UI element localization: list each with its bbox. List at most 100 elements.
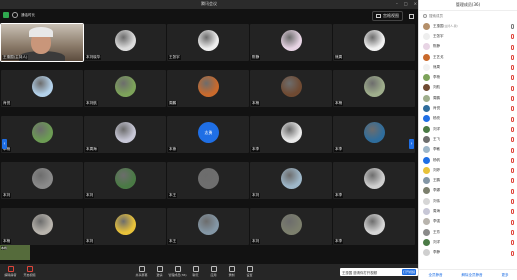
gallery-view-button[interactable]: 宫格视图 (372, 11, 403, 21)
participant-row[interactable]: 刘伟 (419, 196, 517, 206)
participant-tile[interactable]: 王惠国(主持人) (0, 23, 84, 62)
participant-row[interactable]: 刘洋 (419, 124, 517, 134)
microphone-icon[interactable] (511, 137, 514, 143)
more-button[interactable]: 更多 (502, 273, 509, 278)
participant-row[interactable]: 杨亮 (419, 114, 517, 124)
participant-tile[interactable]: 本杨 (250, 70, 332, 107)
participant-row[interactable]: 李杨 (419, 72, 517, 82)
participant-row[interactable]: 刘洋 (419, 237, 517, 247)
microphone-icon[interactable] (511, 157, 514, 163)
microphone-icon[interactable] (511, 219, 514, 225)
participant-tile[interactable]: 本李 (333, 162, 415, 199)
microphone-icon[interactable] (511, 65, 514, 71)
participant-tile[interactable]: 本刘 (250, 162, 332, 199)
microphone-icon[interactable] (511, 96, 514, 102)
apps-button[interactable]: 应用 (207, 266, 220, 277)
participant-tile[interactable]: 本杨 (333, 70, 415, 107)
microphone-icon[interactable] (511, 44, 514, 50)
microphone-icon[interactable] (511, 209, 514, 215)
participant-tile[interactable]: 本刘 (1, 162, 83, 199)
share-screen-button[interactable]: 共享屏幕 (135, 266, 148, 277)
participant-row[interactable]: 周鹏 (419, 93, 517, 103)
participant-tile[interactable]: 本刘 (84, 208, 166, 245)
video-button[interactable]: 开启视频 (23, 266, 36, 277)
mute-all-button[interactable]: 全员静音 (429, 273, 443, 278)
settings-button[interactable]: 设置 (243, 266, 256, 277)
participant-name: 本王 (168, 193, 178, 198)
microphone-icon[interactable] (511, 24, 514, 29)
unmute-all-button[interactable]: 解除全员静音 (462, 273, 483, 278)
info-icon[interactable] (12, 12, 18, 18)
invite-button[interactable]: 邀请 (153, 266, 166, 277)
microphone-icon[interactable] (511, 85, 514, 91)
microphone-icon[interactable] (511, 126, 514, 132)
microphone-icon[interactable] (511, 199, 514, 205)
next-page-arrow[interactable]: › (409, 139, 414, 149)
mute-button[interactable]: 解除静音 (4, 266, 17, 277)
shield-icon[interactable] (3, 12, 9, 18)
participant-row[interactable]: 周海 (419, 206, 517, 216)
participant-tile[interactable]: 本李 (250, 116, 332, 153)
fullscreen-icon[interactable] (409, 13, 414, 19)
participant-row[interactable]: 王惠国(主持人,我) (419, 21, 517, 31)
participant-row[interactable]: 陈静 (419, 42, 517, 52)
chat-button[interactable]: 聊天 (189, 266, 202, 277)
microphone-icon[interactable] (511, 240, 514, 246)
self-view[interactable]: 本杨 (0, 245, 30, 260)
microphone-icon[interactable] (511, 147, 514, 153)
open-video-button[interactable]: 打开视频 (402, 269, 416, 275)
participant-tile[interactable]: 本刘 (250, 208, 332, 245)
microphone-icon[interactable] (511, 229, 514, 235)
participant-tile[interactable]: 本杨 (1, 208, 83, 245)
record-button[interactable]: 录制 (225, 266, 238, 277)
participant-tile[interactable]: 本周海 (84, 116, 166, 153)
microphone-icon[interactable] (511, 34, 514, 40)
participant-row[interactable]: 李静 (419, 248, 517, 258)
participant-row[interactable]: 刘航 (419, 83, 517, 93)
participant-row[interactable]: 王鹏 (419, 175, 517, 185)
participant-row[interactable]: 王艺戈 (419, 52, 517, 62)
participant-row[interactable]: 李敏 (419, 145, 517, 155)
participant-tile[interactable]: 本王 (167, 162, 249, 199)
microphone-icon[interactable] (511, 250, 514, 256)
participant-tile[interactable]: 本李 (333, 116, 415, 153)
participant-tile[interactable]: 本王 (167, 208, 249, 245)
search-input[interactable] (429, 14, 509, 18)
prev-page-arrow[interactable]: ‹ (2, 139, 7, 149)
participant-tile[interactable]: 本杨 (1, 116, 83, 153)
microphone-icon[interactable] (511, 116, 514, 122)
record-label: 录制 (228, 273, 235, 277)
participant-row[interactable]: 王张宇 (419, 31, 517, 41)
participant-row[interactable]: 李强 (419, 217, 517, 227)
microphone-icon[interactable] (511, 75, 514, 81)
video-invite-toast: 王惠国 邀请你打开视频 打开视频 (340, 268, 418, 276)
microphone-icon[interactable] (511, 168, 514, 174)
participant-row[interactable]: 刘婷 (419, 165, 517, 175)
participant-tile[interactable]: 本刘航 (84, 70, 166, 107)
participant-tile[interactable]: 王张宇 (167, 24, 249, 61)
participant-tile[interactable]: 肖悦 (1, 70, 83, 107)
minimize-icon[interactable]: – (396, 1, 398, 6)
close-icon[interactable]: × (414, 1, 417, 6)
participant-tile[interactable]: 本刘晓华 (84, 24, 166, 61)
participant-row[interactable]: 王飞 (419, 134, 517, 144)
participant-tile[interactable]: 陈静 (250, 24, 332, 61)
participant-tile[interactable]: 本李 (333, 208, 415, 245)
participant-tile[interactable]: 本刘 (84, 162, 166, 199)
participant-tile[interactable]: 周鹏 (167, 70, 249, 107)
maximize-icon[interactable]: □ (404, 1, 408, 6)
participant-row[interactable]: 杨帆 (419, 155, 517, 165)
microphone-icon[interactable] (511, 106, 514, 112)
participant-row[interactable]: 肖悦 (419, 103, 517, 113)
participant-row[interactable]: 熊周 (419, 62, 517, 72)
participant-tile[interactable]: 熊周 (333, 24, 415, 61)
microphone-icon[interactable] (511, 54, 514, 60)
participant-name-wrap: 王芳 (433, 230, 503, 235)
participant-row[interactable]: 李娜 (419, 186, 517, 196)
microphone-icon[interactable] (511, 178, 514, 184)
participant-tile[interactable]: 志勇 本熊 (167, 116, 249, 153)
microphone-icon[interactable] (511, 188, 514, 194)
participant-name: 王芳 (433, 229, 440, 234)
manage-members-button[interactable]: 管理成员(36) (168, 266, 187, 277)
participant-row[interactable]: 王芳 (419, 227, 517, 237)
